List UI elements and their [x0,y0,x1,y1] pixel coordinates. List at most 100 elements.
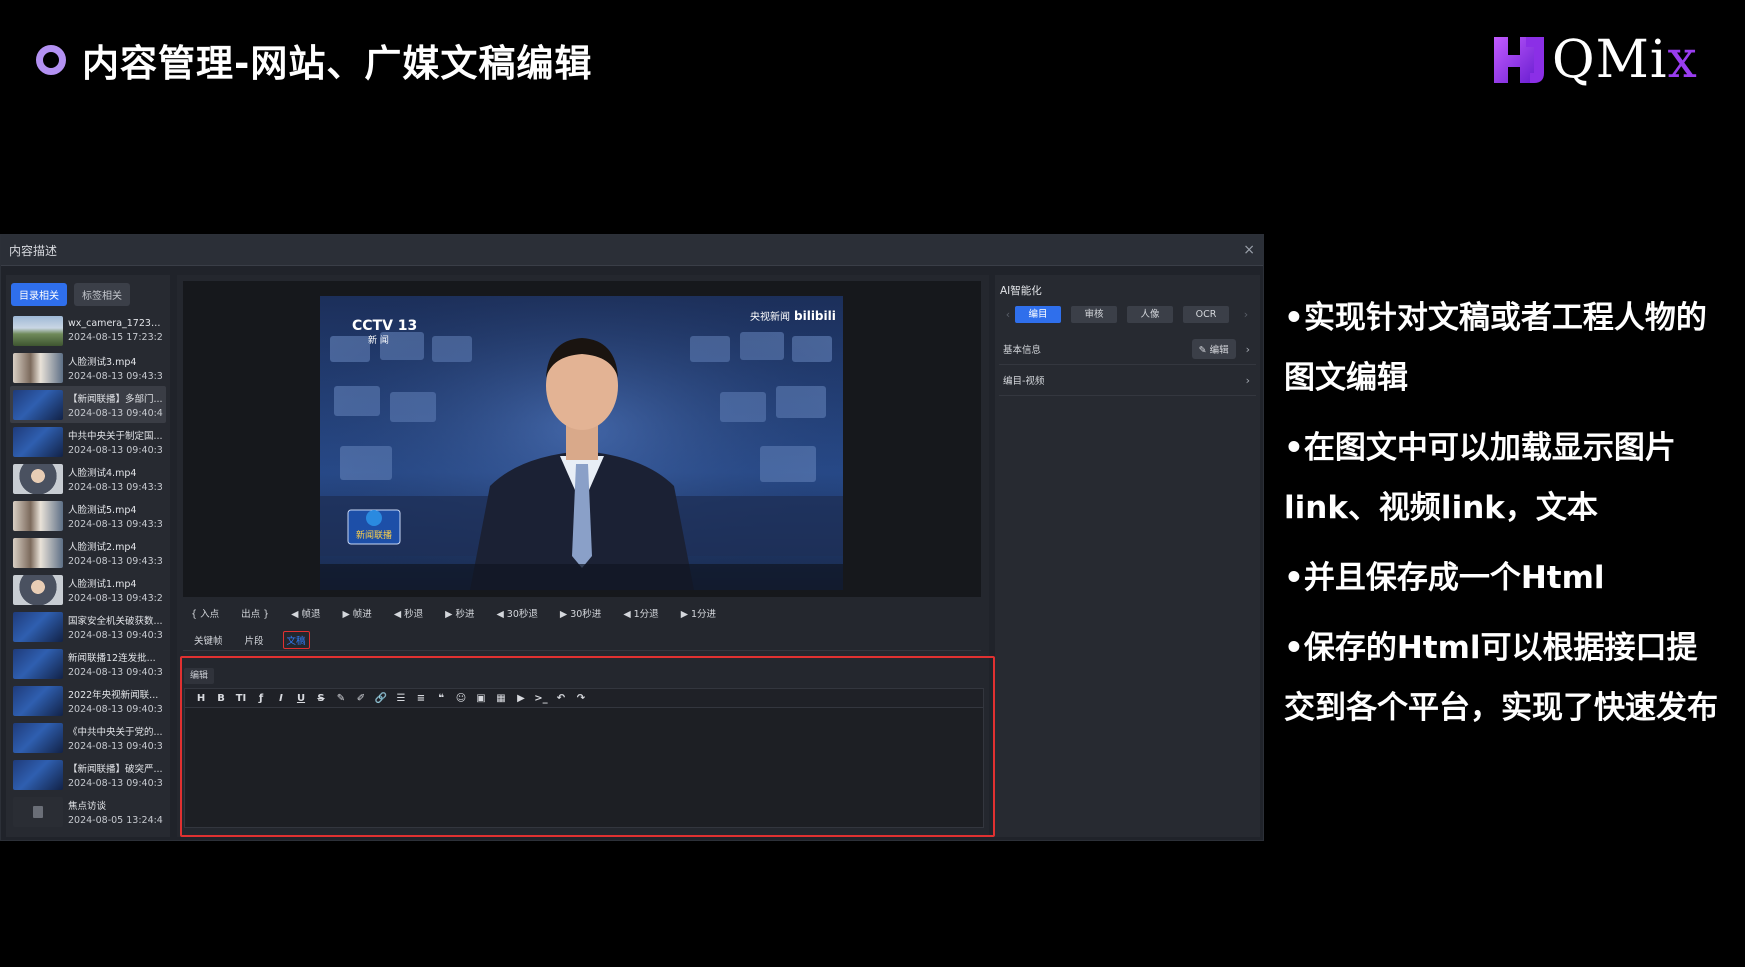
tab-ocr[interactable]: OCR [1183,305,1229,323]
main-editor-area: 新闻联播 CCTV 13 新 闻 央视新闻 bilibili { 入点 出点 } ◀… [177,275,995,837]
media-list-item[interactable]: 人脸测试3.mp4 2024-08-13 09:43:34 [10,349,166,386]
image-icon[interactable]: ▣ [471,690,491,706]
align-icon[interactable]: ≡ [411,690,431,706]
media-list-item[interactable]: wx_camera_172337... 2024-08-15 17:23:22 [10,312,166,349]
media-name: 焦点访谈 [68,800,107,812]
media-date: 2024-08-15 17:23:22 [68,332,163,343]
media-date: 2024-08-13 09:43:33 [68,555,163,567]
strikethrough-icon[interactable]: S [311,690,331,706]
edit-button[interactable]: ✎ 编辑 [1191,339,1236,359]
media-list-item[interactable]: 中共中央关于制定国... 2024-08-13 09:40:35 [10,423,166,460]
media-date: 2024-08-13 09:40:37 [68,666,163,678]
emoji-icon[interactable]: ☺ [451,690,471,706]
media-meta: 《中共中央关于党的... 2024-08-13 09:40:36 [68,724,163,752]
media-thumbnail [13,463,63,494]
media-list-item[interactable]: 2022年央视新闻联... 2024-08-13 09:40:36 [10,682,166,719]
media-meta: 人脸测试2.mp4 2024-08-13 09:43:33 [68,539,163,567]
font-family-icon[interactable]: ƒ [251,690,271,706]
redo-icon[interactable]: ↷ [571,690,591,706]
italic-icon[interactable]: I [271,690,291,706]
video-frame[interactable]: 新闻联播 CCTV 13 新 闻 央视新闻 bilibili [320,296,843,590]
chevron-right-icon[interactable]: › [1246,374,1250,387]
tab-portrait[interactable]: 人像 [1127,305,1173,323]
media-date: 2024-08-13 09:40:35 [68,444,163,456]
media-thumbnail [13,611,63,642]
tab-cataloging[interactable]: 编目 [1015,305,1061,323]
media-thumbnail [13,389,63,420]
text-color-icon[interactable]: ✎ [331,690,351,706]
tab-keyframes[interactable]: 关键帧 [191,631,226,649]
media-list-item[interactable]: 人脸测试4.mp4 2024-08-13 09:43:38 [10,460,166,497]
media-list-item[interactable]: 人脸测试2.mp4 2024-08-13 09:43:33 [10,534,166,571]
media-name: 【新闻联播】破突严... [68,763,163,775]
content-description-window: 内容描述 × 目录相关 标签相关 wx_camera_172337... 2024… [0,234,1264,841]
media-list-item[interactable]: 人脸测试5.mp4 2024-08-13 09:43:38 [10,497,166,534]
list-icon[interactable]: ☰ [391,690,411,706]
mark-in-button[interactable]: { 入点 [191,606,219,620]
media-date: 2024-08-13 09:43:38 [68,518,163,530]
media-list-item[interactable]: 国家安全机关破获数... 2024-08-13 09:40:38 [10,608,166,645]
1min-back-button[interactable]: ◀ 1分退 [623,606,658,620]
second-forward-button[interactable]: ▶ 秒进 [445,606,474,620]
highlight-icon[interactable]: ✐ [351,690,371,706]
tab-review[interactable]: 审核 [1071,305,1117,323]
media-date: 2024-08-13 09:40:40 [68,407,163,419]
tab-manuscript[interactable]: 文稿 [282,630,310,649]
media-list-item[interactable]: 【新闻联播】多部门... 2024-08-13 09:40:40 [10,386,166,423]
link-icon[interactable]: 🔗 [371,690,391,706]
heading-icon[interactable]: H [191,690,211,706]
catalog-video-label: 编目-视频 [1003,376,1045,387]
media-thumbnail [13,648,63,679]
undo-icon[interactable]: ↶ [551,690,571,706]
rich-text-editor[interactable] [184,708,984,828]
1min-forward-button[interactable]: ▶ 1分进 [681,606,716,620]
tab-segments[interactable]: 片段 [242,631,267,649]
30s-back-button[interactable]: ◀ 30秒退 [496,606,537,620]
chevron-right-icon[interactable]: › [1246,343,1250,356]
media-list-item[interactable]: 焦点访谈 2024-08-05 13:24:44 [10,793,166,830]
mark-out-button[interactable]: 出点 } [241,606,269,620]
window-header: 内容描述 × [1,235,1263,266]
font-size-icon[interactable]: TI [231,690,251,706]
underline-icon[interactable]: U [291,690,311,706]
media-list-item[interactable]: 人脸测试1.mp4 2024-08-13 09:43:29 [10,571,166,608]
media-name: 人脸测试3.mp4 [68,356,137,368]
media-name: 中共中央关于制定国... [68,430,163,442]
ai-panel-title: AI智能化 [1000,285,1042,297]
slide-title: 内容管理-网站、广媒文稿编辑 [36,36,592,85]
second-back-button[interactable]: ◀ 秒退 [394,606,423,620]
frame-forward-button[interactable]: ▶ 帧进 [342,606,371,620]
chevron-left-icon[interactable]: ‹ [1001,308,1015,321]
tab-catalog[interactable]: 目录相关 [11,283,67,306]
table-icon[interactable]: ▦ [491,690,511,706]
bullet-item: •保存的Html可以根据接口提交到各个平台，实现了快速发布 [1284,630,1718,726]
media-meta: 【新闻联播】多部门... 2024-08-13 09:40:40 [68,391,163,419]
media-name: 国家安全机关破获数... [68,615,163,627]
media-list-item[interactable]: 【新闻联播】破突严... 2024-08-13 09:40:36 [10,756,166,793]
code-icon[interactable]: >_ [531,690,551,706]
media-meta: 【新闻联播】破突严... 2024-08-13 09:40:36 [68,761,163,789]
tab-tags[interactable]: 标签相关 [74,283,130,306]
content-tabs: 关键帧 片段 文稿 [183,629,981,651]
media-date: 2024-08-13 09:40:38 [68,629,163,641]
catalog-video-row[interactable]: 编目-视频 › [999,365,1256,396]
media-list-item[interactable]: 新闻联播12连发批... 2024-08-13 09:40:37 [10,645,166,682]
quote-icon[interactable]: ❝ [431,690,451,706]
media-list-item[interactable]: 《中共中央关于党的... 2024-08-13 09:40:36 [10,719,166,756]
media-name: 人脸测试5.mp4 [68,504,137,516]
media-meta: 人脸测试5.mp4 2024-08-13 09:43:38 [68,502,163,530]
bullet-item: •并且保存成一个Html [1284,560,1605,596]
chevron-right-icon[interactable]: › [1239,308,1253,321]
video-icon[interactable]: ▶ [511,690,531,706]
editor-mode-label[interactable]: 编辑 [184,668,215,684]
close-icon[interactable]: × [1243,242,1255,258]
bullet-item: •实现针对文稿或者工程人物的图文编辑 [1284,300,1707,396]
media-name: wx_camera_172337... [68,318,163,329]
media-date: 2024-08-13 09:43:29 [68,592,163,604]
video-player[interactable]: 新闻联播 CCTV 13 新 闻 央视新闻 bilibili [183,281,981,597]
basic-info-row[interactable]: 基本信息 ✎ 编辑 › [999,334,1256,365]
30s-forward-button[interactable]: ▶ 30秒进 [560,606,601,620]
media-date: 2024-08-13 09:43:34 [68,370,163,382]
bold-icon[interactable]: B [211,690,231,706]
frame-back-button[interactable]: ◀ 帧退 [291,606,320,620]
